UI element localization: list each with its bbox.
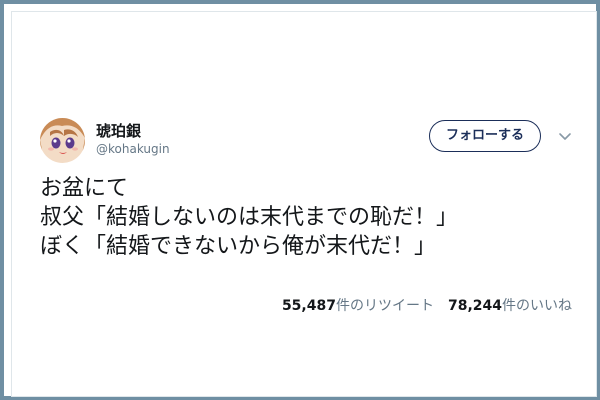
like-label: 件のいいね — [502, 298, 572, 314]
avatar[interactable] — [40, 118, 85, 163]
tweet-line: 叔父「結婚しないのは末代までの恥だ！」 — [40, 205, 459, 230]
follow-button[interactable]: フォローする — [429, 120, 541, 152]
retweet-stat[interactable]: 55,487件のリツイート — [282, 298, 434, 314]
chevron-down-icon[interactable] — [558, 128, 572, 142]
user-handle[interactable]: @kohakugin — [96, 141, 170, 157]
tweet-line: ぼく「結婚できないから俺が末代だ！」 — [40, 234, 437, 259]
like-stat[interactable]: 78,244件のいいね — [448, 298, 572, 314]
tweet-line: お盆にて — [40, 176, 129, 201]
tweet-text: お盆にて 叔父「結婚しないのは末代までの恥だ！」 ぼく「結婚できないから俺が末代… — [40, 174, 560, 261]
avatar-illustration-icon — [40, 118, 85, 163]
tweet-stats: 55,487件のリツイート 78,244件のいいね — [282, 296, 572, 316]
retweet-count: 55,487 — [281, 298, 336, 314]
display-name[interactable]: 琥珀銀 — [96, 122, 141, 140]
retweet-label: 件のリツイート — [335, 298, 434, 314]
like-count: 78,244 — [447, 298, 502, 314]
